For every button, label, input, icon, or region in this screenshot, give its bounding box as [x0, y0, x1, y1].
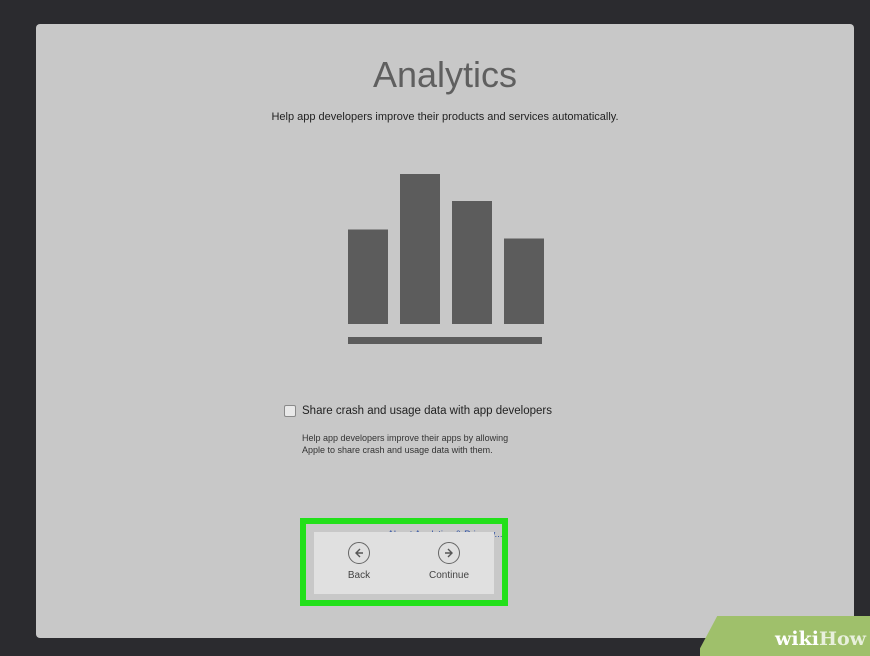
- chart-icon-bar: [452, 201, 492, 324]
- share-data-option[interactable]: Share crash and usage data with app deve…: [284, 405, 552, 417]
- description-line-1: Help app developers improve their apps b…: [302, 433, 509, 443]
- watermark-wiki: wiki: [775, 628, 820, 650]
- back-button[interactable]: Back: [324, 542, 394, 581]
- arrow-left-circle-icon: [348, 542, 370, 564]
- analytics-chart-icon: [348, 174, 544, 344]
- page-title: Analytics: [372, 54, 518, 95]
- arrow-right-circle-icon: [438, 542, 460, 564]
- share-data-checkbox[interactable]: [284, 405, 296, 417]
- share-data-description: Help app developers improve their apps b…: [302, 432, 622, 456]
- wikihow-watermark: wikiHow: [700, 614, 870, 656]
- chart-baseline: [348, 337, 542, 344]
- navigation-bar: Back Continue: [314, 532, 494, 594]
- continue-label: Continue: [428, 570, 470, 581]
- share-data-label: Share crash and usage data with app deve…: [302, 405, 552, 417]
- back-label: Back: [347, 570, 371, 581]
- chart-icon-bar: [348, 229, 388, 324]
- watermark-how: How: [819, 628, 866, 650]
- continue-button[interactable]: Continue: [414, 542, 484, 581]
- page-subtitle: Help app developers improve their produc…: [271, 111, 619, 123]
- chart-icon-bar: [400, 174, 440, 324]
- description-line-2: Apple to share crash and usage data with…: [302, 445, 493, 455]
- chart-icon-bar: [504, 238, 544, 324]
